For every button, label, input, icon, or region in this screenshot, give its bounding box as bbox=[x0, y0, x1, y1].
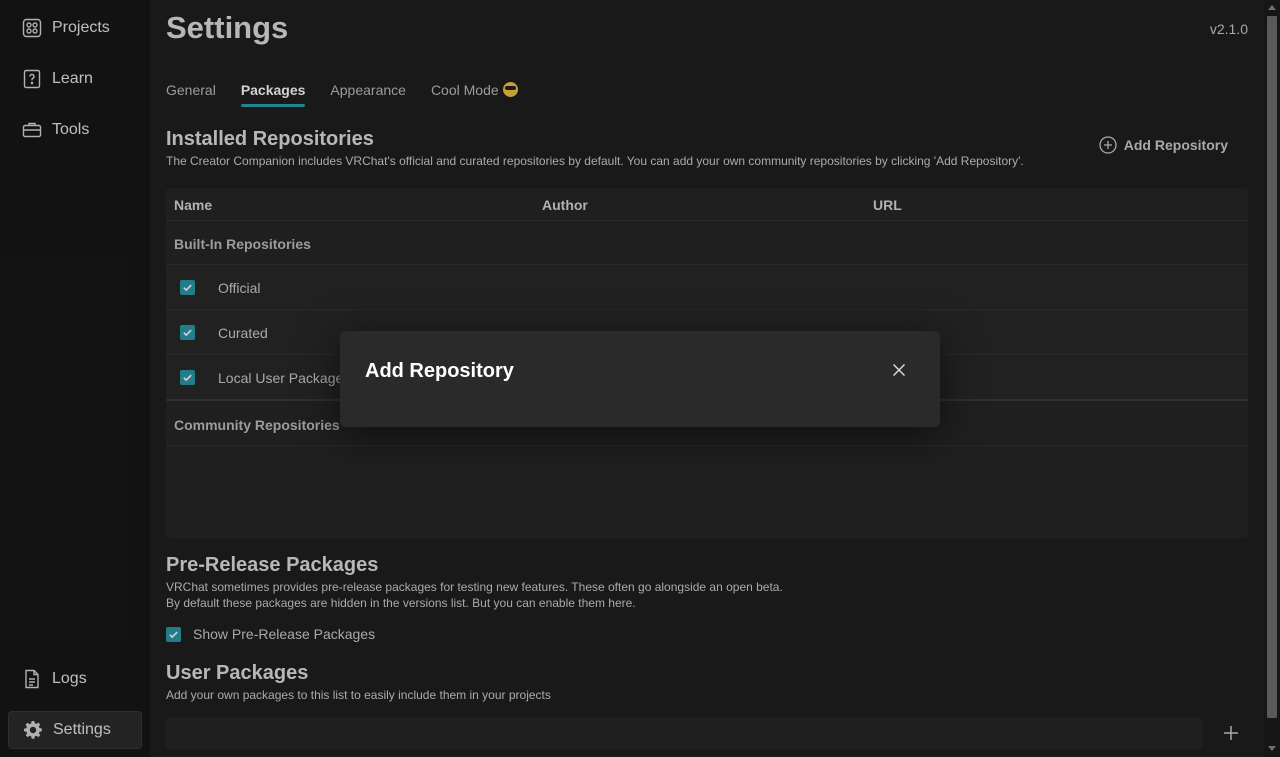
dialog-close-button[interactable] bbox=[888, 359, 910, 381]
add-repository-dialog: Add Repository bbox=[340, 331, 940, 427]
app-root: Projects Learn Tools Logs Settings Setti… bbox=[0, 0, 1280, 757]
close-icon bbox=[893, 364, 905, 376]
dialog-title: Add Repository bbox=[365, 360, 514, 382]
